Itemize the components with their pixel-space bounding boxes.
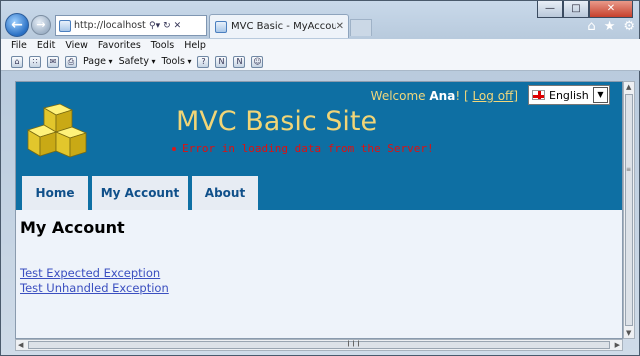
cubes-logo-icon: [27, 103, 88, 158]
stop-icon[interactable]: ✕: [174, 21, 182, 31]
page-menu[interactable]: Page: [83, 56, 113, 67]
site-header: MVC Basic Site Error in loading data fro…: [16, 82, 622, 210]
vertical-scrollbar[interactable]: ▲ ≡ ▼: [623, 81, 635, 339]
help-icon[interactable]: ?: [197, 55, 210, 68]
mail-icon[interactable]: ✉: [47, 55, 59, 68]
refresh-icon[interactable]: ↻: [163, 21, 171, 31]
navigation-bar: ← → http://localhost:5064( ⚲▾ ↻ ✕ MVC Ba…: [1, 13, 640, 39]
welcome-bracket: ]: [513, 89, 518, 103]
search-icon[interactable]: ⚲▾: [149, 21, 160, 31]
main-content: My Account: [20, 218, 125, 237]
horizontal-scroll-thumb[interactable]: [28, 341, 610, 349]
messenger-icon[interactable]: ☺: [251, 55, 264, 68]
home-page-icon[interactable]: ⌂: [11, 55, 23, 68]
bullet-icon: [172, 146, 176, 151]
page-title: My Account: [20, 218, 125, 237]
scroll-down-icon[interactable]: ▼: [626, 329, 631, 337]
error-text: Error in loading data from the Server!: [182, 142, 434, 155]
browser-tab[interactable]: MVC Basic - MyAccount ✕: [209, 14, 349, 38]
scroll-left-icon[interactable]: ◀: [18, 341, 23, 349]
browser-window: — □ ✕ ← → http://localhost:5064( ⚲▾ ↻ ✕ …: [0, 0, 640, 356]
page-icon: [59, 19, 71, 32]
link-list: Test Expected Exception Test Unhandled E…: [20, 266, 169, 295]
new-tab-button[interactable]: [350, 19, 372, 36]
tab-close-icon[interactable]: ✕: [336, 21, 344, 32]
page-viewport: MVC Basic Site Error in loading data fro…: [15, 81, 623, 339]
vertical-grip-icon: ≡: [626, 166, 632, 173]
menu-view[interactable]: View: [65, 39, 88, 53]
back-button[interactable]: ←: [5, 13, 29, 37]
dropdown-arrow-icon[interactable]: ▼: [593, 87, 608, 103]
test-unhandled-exception-link[interactable]: Test Unhandled Exception: [20, 281, 169, 295]
nav-about[interactable]: About: [192, 176, 258, 210]
menu-edit[interactable]: Edit: [37, 39, 55, 53]
address-url: http://localhost:5064(: [74, 20, 146, 31]
test-expected-exception-link[interactable]: Test Expected Exception: [20, 266, 169, 280]
logoff-link[interactable]: Log off: [472, 89, 513, 103]
site-title: MVC Basic Site: [176, 106, 378, 137]
horizontal-grip-icon: ❙❙❙: [346, 340, 362, 347]
language-value: English: [549, 88, 589, 102]
favorites-star-icon[interactable]: ★: [604, 19, 616, 34]
nav-home[interactable]: Home: [22, 176, 88, 210]
horizontal-scrollbar[interactable]: ◀ ❙❙❙ ▶: [15, 339, 623, 351]
nav-my-account[interactable]: My Account: [92, 176, 188, 210]
tab-title: MVC Basic - MyAccount: [231, 21, 336, 32]
home-icon[interactable]: ⌂: [587, 19, 595, 34]
vertical-scroll-thumb[interactable]: [625, 94, 633, 326]
feeds-icon[interactable]: ∷: [29, 55, 41, 68]
language-select[interactable]: English ▼: [528, 85, 610, 105]
site-nav: Home My Account About: [22, 176, 258, 210]
menu-help[interactable]: Help: [184, 39, 206, 53]
menu-favorites[interactable]: Favorites: [98, 39, 141, 53]
menu-file[interactable]: File: [11, 39, 27, 53]
welcome-prefix: Welcome: [370, 89, 426, 103]
menu-tools[interactable]: Tools: [151, 39, 174, 53]
tools-menu[interactable]: Tools: [162, 56, 192, 67]
print-icon[interactable]: ⎙: [65, 55, 77, 68]
welcome-suffix: ! [: [455, 89, 469, 103]
scroll-right-icon[interactable]: ▶: [615, 341, 620, 349]
english-flag-icon: [532, 90, 545, 100]
onenote-linked-icon[interactable]: N: [233, 55, 246, 68]
tab-icon: [215, 20, 227, 33]
settings-gear-icon[interactable]: ⚙: [623, 19, 635, 34]
error-message: Error in loading data from the Server!: [172, 142, 434, 155]
command-bar: ⌂ ∷ ✉ ⎙ Page Safety Tools ? N N ☺: [1, 53, 640, 71]
forward-button[interactable]: →: [31, 15, 51, 35]
browser-tools: ⌂ ★ ⚙: [587, 19, 635, 34]
onenote-icon[interactable]: N: [215, 55, 228, 68]
welcome-bar: Welcome Ana! [ Log off]: [371, 89, 518, 103]
address-bar[interactable]: http://localhost:5064( ⚲▾ ↻ ✕: [55, 15, 207, 36]
scroll-up-icon[interactable]: ▲: [626, 83, 631, 91]
menu-bar: File Edit View Favorites Tools Help: [1, 39, 640, 53]
user-name: Ana: [429, 89, 456, 103]
safety-menu[interactable]: Safety: [119, 56, 156, 67]
